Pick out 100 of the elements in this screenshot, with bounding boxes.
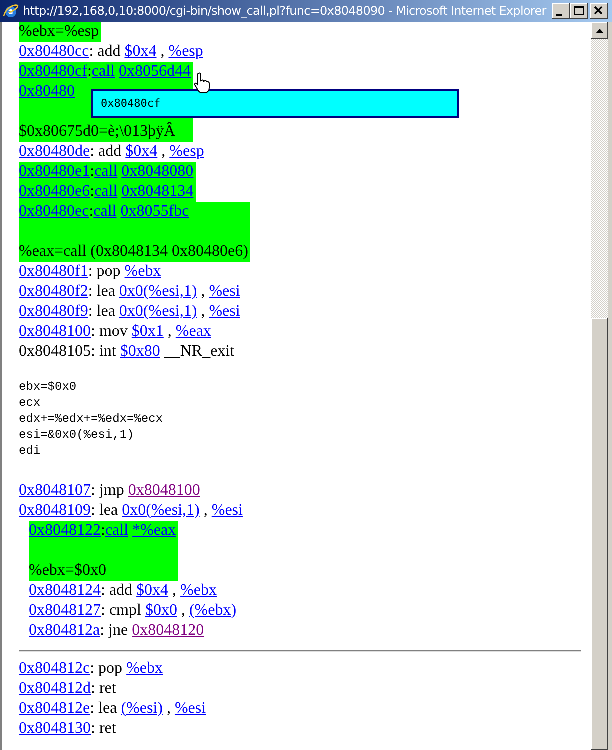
code-link[interactable]: 0x8048080 [122,163,194,180]
code-text: , [160,43,166,60]
scrollbar[interactable] [591,22,608,750]
code-link[interactable]: 0x0(%esi,1) [119,303,198,320]
tooltip: 0x80480cf [91,89,459,118]
code-link[interactable]: 0x8048120 [132,622,204,639]
code-text: , [166,700,172,717]
code-text: , [200,283,206,300]
code-link[interactable]: call [105,522,129,539]
maximize-icon [571,4,587,18]
close-button[interactable] [590,3,608,19]
scroll-up-button[interactable] [591,22,608,39]
code-link[interactable]: call [94,163,118,180]
code-text: : add [90,143,123,160]
code-link[interactable]: call [94,203,117,220]
scrollbar-thumb[interactable] [591,318,608,750]
code-text: , [166,323,173,340]
register-line: ebx=$0x0 [19,379,78,395]
code-link[interactable]: $0x4 [136,582,169,599]
minimize-button[interactable] [552,3,570,19]
code-text: : pop [90,660,124,677]
code-text: : mov [91,323,129,340]
code-link[interactable]: 0x0(%esi,1) [119,283,198,300]
code-link[interactable]: 0x8048134 [122,183,194,200]
code-link[interactable]: $0x4 [126,143,158,160]
code-link[interactable]: 0x8048130 [19,720,91,737]
code-link[interactable]: 0x80480f2 [19,283,88,300]
code-text: : jne [100,622,130,639]
code-link[interactable]: call [92,63,115,80]
code-link[interactable]: 0x80480cf [19,63,88,80]
code-link[interactable]: 0x80480f1 [19,263,88,280]
code-link[interactable]: 0x80480ec [19,203,90,220]
code-text: __NR_exit [163,343,235,360]
code-link[interactable]: *%eax [132,522,176,539]
code-text: : lea [90,700,118,717]
code-text: : [90,163,95,180]
code-text: , [180,602,186,619]
code-link[interactable]: %esi [209,283,240,300]
code-link[interactable]: %esi [209,303,240,320]
code-link[interactable]: 0x80480e1 [19,163,90,180]
minimize-icon [556,14,562,16]
code-link[interactable]: (%ebx) [189,602,237,619]
code-text: : lea [91,502,120,519]
code-link[interactable]: $0x80 [120,343,160,360]
code-link[interactable]: %esp [168,43,204,60]
code-link[interactable]: %ebx [124,263,162,280]
code-link[interactable]: 0x8048100 [128,482,200,499]
code-text: : add [89,43,122,60]
code-text: $0x80675d0=è;\013þÿÂ [19,123,176,140]
code-link[interactable]: 0x804812d [19,680,91,697]
code-link[interactable]: 0x8048100 [19,323,91,340]
code-link[interactable]: %ebx [126,660,163,677]
code-link[interactable]: 0x8048127 [29,602,101,619]
code-link[interactable]: $0x4 [124,43,157,60]
code-link[interactable]: 0x80480f9 [19,303,88,320]
code-link[interactable]: $0x0 [145,602,178,619]
code-link[interactable]: 0x8048109 [19,502,91,519]
code-text: , [172,582,178,599]
code-link[interactable]: 0x804812c [19,660,90,677]
code-text: %eax=call (0x8048134 0x80480e6) [19,243,248,260]
code-text: 0x8048105: int [19,343,118,360]
code-text: : [89,203,94,220]
code-link[interactable]: 0x0(%esi,1) [122,502,200,519]
code-text: : ret [91,680,116,697]
code-link[interactable]: 0x8048107 [19,482,91,499]
code-link[interactable]: 0x804812e [19,700,90,717]
code-text: : pop [88,263,122,280]
code-link[interactable]: call [94,183,118,200]
register-line: esi=&0x0(%esi,1) [19,427,136,443]
code-link[interactable]: $0x1 [132,323,164,340]
maximize-button[interactable] [570,3,588,19]
code-link[interactable]: 0x8056d44 [118,63,191,80]
code-link[interactable]: %eax [176,323,212,340]
code-link[interactable]: %esp [170,143,204,160]
code-link[interactable]: 0x804812a [29,622,100,639]
code-link[interactable]: %esi [174,700,206,717]
code-link[interactable]: 0x8048124 [29,582,101,599]
code-text: : [101,522,106,539]
code-link[interactable]: 0x80480cc [19,43,90,60]
code-link[interactable]: (%esi) [121,700,163,717]
code-text: : cmpl [101,602,142,619]
code-text: %ebx=%esp [19,23,100,40]
register-line: edi [19,443,42,459]
code-link[interactable]: %esi [212,502,243,519]
code-text: : add [101,582,134,599]
browser-logo-icon [3,3,19,19]
code-text: , [202,502,209,519]
register-line: edx+=%edx+=%edx=%ecx [19,411,164,427]
code-link[interactable]: 0x8055fbc [120,203,190,220]
code-link[interactable]: 0x80480e6 [19,183,90,200]
code-text: , [160,143,167,160]
code-link[interactable]: 0x8048122 [29,522,101,539]
code-link[interactable]: %ebx [180,582,217,599]
window-title: http://192,168,0,10:8000/cgi-bin/show_call,pl?func=0x8048090 - Microsoft Internet Explorer [23,4,548,18]
code-text: : ret [91,720,116,737]
code-text: %ebx=$0x0 [29,562,106,579]
code-link[interactable]: 0x80480 [19,83,75,100]
code-link[interactable]: 0x80480de [19,143,90,160]
hand-cursor-icon [194,72,210,94]
up-arrow-icon [594,28,604,34]
